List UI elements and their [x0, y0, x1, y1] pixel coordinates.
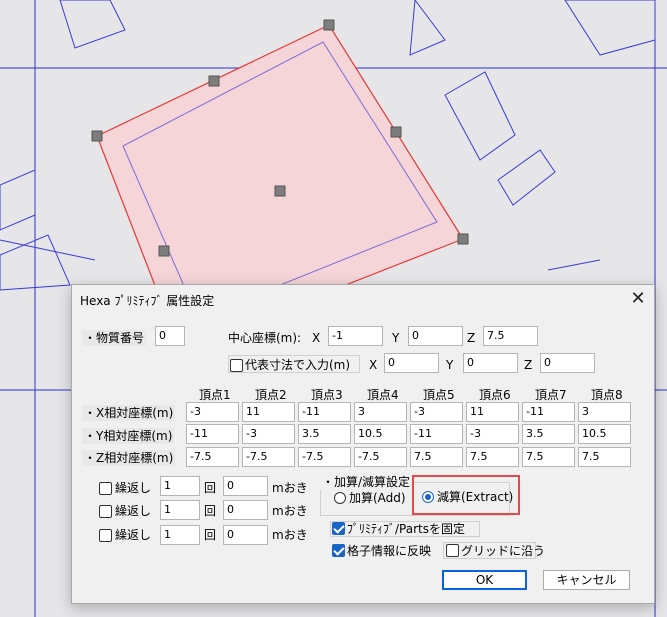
repeat-2-interval-input[interactable]: 0 — [223, 500, 268, 520]
vertex-header-2: 頂点2 — [255, 388, 287, 402]
grid-reflect-label: 格子情報に反映 — [347, 544, 432, 558]
center-x-input[interactable]: -1 — [328, 326, 383, 346]
repeat-1-count-input[interactable]: 1 — [160, 476, 200, 496]
center-coord-label: 中心座標(m): — [228, 331, 302, 345]
rep-z-input[interactable]: 0 — [540, 353, 595, 373]
z-vertex-5-input[interactable]: 7.5 — [410, 447, 463, 467]
y-rel-coord-label: ・Y相対座標(m) — [82, 428, 175, 444]
rep-y-input[interactable]: 0 — [463, 353, 518, 373]
close-button[interactable]: ✕ — [628, 289, 648, 309]
repeat-3-label: 繰返し — [115, 528, 152, 542]
ok-button[interactable]: OK — [442, 570, 527, 590]
repeat-1-checkbox[interactable] — [99, 482, 112, 495]
z-rel-coord-label: ・Z相対座標(m) — [82, 450, 176, 466]
repeat-2-times-icon: 回 — [204, 504, 217, 518]
rep-y-label: Y — [446, 358, 454, 372]
repeat-2-count-input[interactable]: 1 — [160, 500, 200, 520]
z-vertex-4-input[interactable]: -7.5 — [354, 447, 407, 467]
y-vertex-5-input[interactable]: -11 — [410, 424, 463, 444]
y-vertex-6-input[interactable]: -3 — [466, 424, 519, 444]
vertex-header-4: 頂点4 — [367, 388, 399, 402]
vertex-header-3: 頂点3 — [311, 388, 343, 402]
y-vertex-1-input[interactable]: -11 — [186, 424, 239, 444]
vertex-header-6: 頂点6 — [479, 388, 511, 402]
z-vertex-3-input[interactable]: -7.5 — [298, 447, 351, 467]
repeat-1-unit-label: mおき — [272, 481, 308, 495]
repeat-3-interval-input[interactable]: 0 — [223, 525, 268, 545]
center-x-label: X — [312, 331, 321, 345]
fix-parts-label: ﾌﾟﾘﾐﾃｨﾌﾞ/Partsを固定 — [347, 522, 465, 536]
y-vertex-8-input[interactable]: 10.5 — [578, 424, 631, 444]
grid-follow-checkbox[interactable] — [446, 544, 459, 557]
vertex-header-1: 頂点1 — [199, 388, 231, 402]
y-vertex-7-input[interactable]: 3.5 — [522, 424, 575, 444]
center-z-label: Z — [467, 331, 476, 345]
vertex-header-7: 頂点7 — [535, 388, 567, 402]
rep-z-label: Z — [524, 358, 533, 372]
material-number-label: ・物質番号 — [82, 330, 147, 346]
vertex-header-8: 頂点8 — [591, 388, 623, 402]
x-vertex-8-input[interactable]: 3 — [578, 402, 631, 422]
repeat-2-unit-label: mおき — [272, 504, 308, 518]
z-vertex-2-input[interactable]: -7.5 — [242, 447, 295, 467]
x-rel-coord-label: ・X相対座標(m) — [82, 405, 176, 421]
rep-size-label: 代表寸法で入力(m) — [245, 358, 351, 372]
repeat-3-checkbox[interactable] — [99, 529, 112, 542]
x-vertex-4-input[interactable]: 3 — [354, 402, 407, 422]
x-vertex-5-input[interactable]: -3 — [410, 402, 463, 422]
extract-radio[interactable] — [422, 491, 434, 503]
add-subtract-label: ・加算/減算設定 — [320, 474, 413, 490]
y-vertex-2-input[interactable]: -3 — [242, 424, 295, 444]
repeat-2-checkbox[interactable] — [99, 505, 112, 518]
z-vertex-6-input[interactable]: 7.5 — [466, 447, 519, 467]
z-vertex-8-input[interactable]: 7.5 — [578, 447, 631, 467]
add-radio-label: 加算(Add) — [349, 491, 406, 505]
center-y-input[interactable]: 0 — [408, 326, 463, 346]
hexa-primitive-properties-dialog[interactable]: Hexa ﾌﾟﾘﾐﾃｨﾌﾞ 属性設定 ✕ ・物質番号 0 中心座標(m): X … — [71, 284, 655, 604]
y-vertex-4-input[interactable]: 10.5 — [354, 424, 407, 444]
center-y-label: Y — [392, 331, 400, 345]
x-vertex-6-input[interactable]: 11 — [466, 402, 519, 422]
z-vertex-1-input[interactable]: -7.5 — [186, 447, 239, 467]
repeat-3-unit-label: mおき — [272, 528, 308, 542]
cancel-button[interactable]: キャンセル — [543, 570, 630, 590]
y-vertex-3-input[interactable]: 3.5 — [298, 424, 351, 444]
material-number-input[interactable]: 0 — [155, 326, 185, 346]
repeat-3-count-input[interactable]: 1 — [160, 525, 200, 545]
rep-x-label: X — [369, 358, 378, 372]
fix-parts-checkbox[interactable] — [332, 522, 345, 535]
add-radio[interactable] — [334, 492, 346, 504]
repeat-2-label: 繰返し — [115, 504, 152, 518]
grid-follow-label: グリッドに沿う — [461, 544, 546, 558]
x-vertex-3-input[interactable]: -11 — [298, 402, 351, 422]
x-vertex-2-input[interactable]: 11 — [242, 402, 295, 422]
z-vertex-7-input[interactable]: 7.5 — [522, 447, 575, 467]
repeat-1-interval-input[interactable]: 0 — [223, 476, 268, 496]
rep-size-checkbox[interactable] — [230, 359, 243, 372]
x-vertex-7-input[interactable]: -11 — [522, 402, 575, 422]
extract-radio-label: 減算(Extract) — [437, 490, 514, 504]
repeat-1-times-icon: 回 — [204, 481, 217, 495]
repeat-1-label: 繰返し — [115, 481, 152, 495]
vertex-header-5: 頂点5 — [423, 388, 455, 402]
rep-x-input[interactable]: 0 — [384, 353, 439, 373]
dialog-title: Hexa ﾌﾟﾘﾐﾃｨﾌﾞ 属性設定 — [80, 294, 215, 308]
grid-reflect-checkbox[interactable] — [332, 544, 345, 557]
center-z-input[interactable]: 7.5 — [483, 326, 538, 346]
x-vertex-1-input[interactable]: -3 — [186, 402, 239, 422]
repeat-3-times-icon: 回 — [204, 528, 217, 542]
